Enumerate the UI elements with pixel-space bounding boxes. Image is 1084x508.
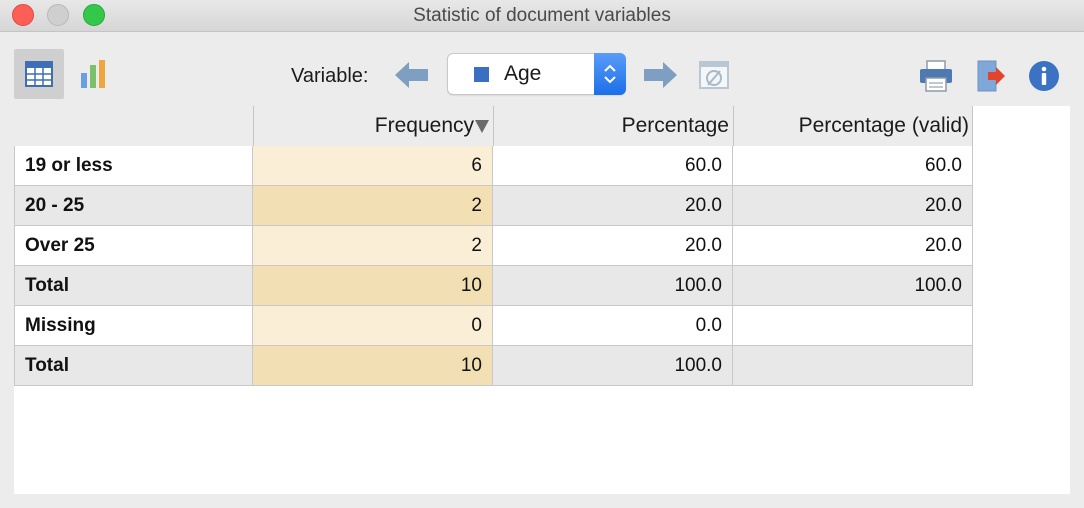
- variable-stepper[interactable]: [594, 53, 626, 95]
- table-header-label: [14, 106, 253, 146]
- table-row[interactable]: Over 25 2 20.0 20.0: [14, 226, 973, 266]
- frequency-value: 0: [471, 315, 482, 336]
- percentage-value: 20.0: [685, 235, 722, 256]
- row-label: Total: [25, 355, 69, 376]
- sort-descending-icon: [475, 120, 489, 133]
- clear-variable-button[interactable]: [696, 58, 732, 92]
- variable-select[interactable]: Age: [447, 53, 626, 95]
- row-label: Over 25: [25, 235, 95, 256]
- export-icon: [977, 60, 1005, 92]
- printer-icon: [920, 60, 952, 92]
- frequency-value: 6: [471, 155, 482, 176]
- info-icon: [1029, 61, 1059, 91]
- row-label: 19 or less: [25, 155, 113, 176]
- window-title: Statistic of document variables: [413, 5, 671, 26]
- chart-view-button[interactable]: [70, 49, 116, 99]
- chevron-up-down-icon: [604, 64, 616, 84]
- selected-variable: Age: [504, 62, 542, 85]
- next-variable-button[interactable]: [640, 59, 680, 91]
- frequency-value: 10: [460, 275, 482, 296]
- variable-color-square: [474, 67, 489, 82]
- percentage-value: 0.0: [695, 315, 722, 336]
- arrow-left-icon: [395, 62, 428, 88]
- variable-label: Variable:: [291, 65, 369, 87]
- empty-set-icon: [699, 61, 729, 89]
- info-button[interactable]: [1026, 58, 1062, 94]
- toolbar: Variable: Age: [0, 32, 1084, 106]
- table-icon: [25, 61, 53, 87]
- bar-chart-icon: [81, 60, 105, 88]
- arrow-right-icon: [644, 62, 677, 88]
- table-row[interactable]: 19 or less 6 60.0 60.0: [14, 146, 973, 186]
- print-button[interactable]: [916, 58, 956, 94]
- column-header-percentage[interactable]: Percentage: [494, 106, 733, 146]
- percentage-value: 20.0: [685, 195, 722, 216]
- frequency-value: 10: [460, 355, 482, 376]
- export-button[interactable]: [972, 58, 1008, 94]
- table-row[interactable]: Total 10 100.0 100.0: [14, 266, 973, 306]
- previous-variable-button[interactable]: [392, 59, 432, 91]
- table-row[interactable]: Missing 0 0.0: [14, 306, 973, 346]
- table-view-button[interactable]: [14, 49, 64, 99]
- table-row[interactable]: 20 - 25 2 20.0 20.0: [14, 186, 973, 226]
- valid-percentage-value: 100.0: [914, 275, 962, 296]
- frequency-value: 2: [471, 235, 482, 256]
- column-header-percentage-valid[interactable]: Percentage (valid): [734, 106, 973, 146]
- statistics-window: Statistic of document variables Variable…: [0, 0, 1084, 508]
- valid-percentage-value: 20.0: [925, 235, 962, 256]
- title-bar: Statistic of document variables: [0, 0, 1084, 32]
- row-label: 20 - 25: [25, 195, 85, 216]
- percentage-value: 100.0: [674, 355, 722, 376]
- valid-percentage-value: 20.0: [925, 195, 962, 216]
- percentage-value: 60.0: [685, 155, 722, 176]
- row-label: Missing: [25, 315, 96, 336]
- row-label: Total: [25, 275, 69, 296]
- frequency-table: Frequency Percentage Percentage (valid) …: [14, 106, 1070, 494]
- table-row[interactable]: Total 10 100.0: [14, 346, 973, 386]
- frequency-value: 2: [471, 195, 482, 216]
- percentage-value: 100.0: [674, 275, 722, 296]
- valid-percentage-value: 60.0: [925, 155, 962, 176]
- column-header-frequency[interactable]: Frequency: [254, 106, 493, 146]
